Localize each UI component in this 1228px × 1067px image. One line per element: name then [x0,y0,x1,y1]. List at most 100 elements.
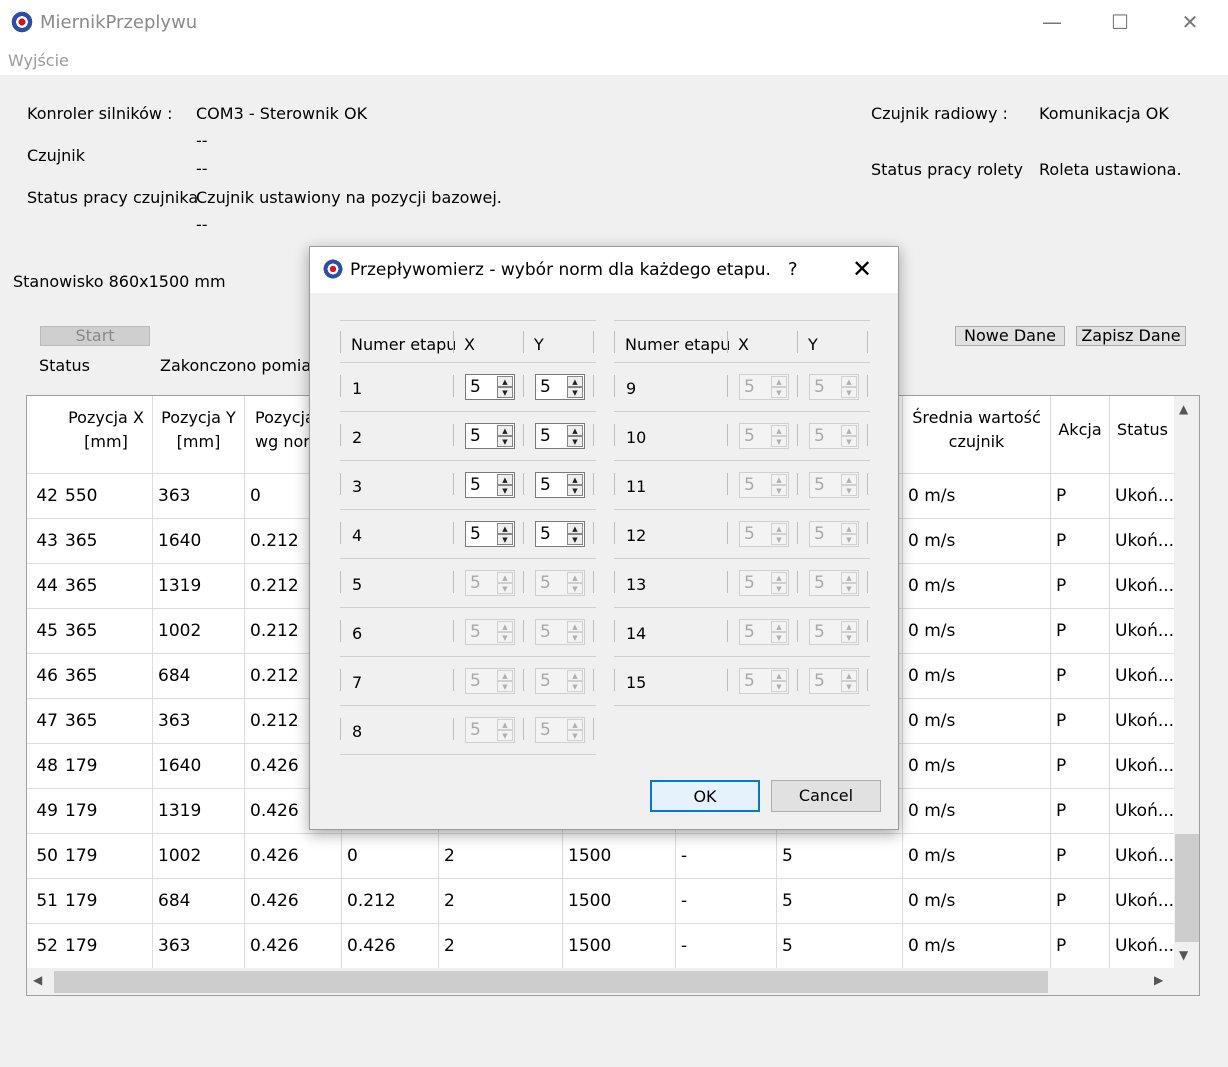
horizontal-scroll-thumb[interactable] [54,971,1048,993]
scroll-up-icon[interactable]: ▲ [1179,402,1188,416]
help-icon[interactable]: ? [788,259,798,280]
table-cell-akcja[interactable]: P [1051,609,1110,654]
table-cell-y[interactable]: 1640 [153,744,245,789]
cancel-button[interactable]: Cancel [771,780,881,812]
spin-down-icon[interactable]: ▼ [497,485,513,496]
table-cell-status[interactable]: Ukoń... [1110,924,1175,969]
table-cell-c7[interactable]: 1500 [563,924,676,969]
spin-down-icon[interactable]: ▼ [497,436,513,447]
new-data-button[interactable]: Nowe Dane [955,326,1065,346]
header-action[interactable]: Akcja [1051,396,1110,474]
spin-up-icon[interactable]: ▲ [567,425,583,436]
vertical-scrollbar[interactable]: ▲ ▼ [1174,396,1199,968]
table-cell-avg[interactable]: 0 m/s [903,519,1051,564]
header-pos-x[interactable]: Pozycja X [mm] [60,396,153,474]
table-cell-y[interactable]: 363 [153,474,245,519]
spin-down-icon[interactable]: ▼ [567,387,583,398]
spin-up-icon[interactable]: ▲ [567,523,583,534]
table-cell-y[interactable]: 684 [153,879,245,924]
close-button[interactable]: ✕ [1170,8,1210,36]
table-cell-y[interactable]: 1002 [153,834,245,879]
table-cell-avg[interactable]: 0 m/s [903,609,1051,654]
stage-y-spinbox[interactable]: 5 ▲ ▼ [535,423,585,449]
scroll-left-icon[interactable]: ◀ [33,973,42,987]
table-cell-p[interactable]: 0.426 [245,834,342,879]
spin-up-icon[interactable]: ▲ [497,425,513,436]
table-cell-x[interactable]: 365 [60,519,153,564]
table-cell-c9[interactable]: 5 [777,879,903,924]
spin-down-icon[interactable]: ▼ [497,534,513,545]
table-cell-avg[interactable]: 0 m/s [903,699,1051,744]
norm-selection-dialog[interactable]: Przepływomierz - wybór norm dla każdego … [309,246,899,830]
table-cell-y[interactable]: 1319 [153,789,245,834]
spin-up-icon[interactable]: ▲ [497,376,513,387]
spin-up-icon[interactable]: ▲ [497,523,513,534]
dialog-close-icon[interactable]: ✕ [852,255,872,283]
spin-down-icon[interactable]: ▼ [567,534,583,545]
table-cell-c6[interactable]: 2 [439,834,563,879]
table-cell-avg[interactable]: 0 m/s [903,744,1051,789]
maximize-button[interactable]: ☐ [1100,8,1140,36]
table-cell-x[interactable]: 365 [60,564,153,609]
spin-down-icon[interactable]: ▼ [497,387,513,398]
table-cell-c9[interactable]: 5 [777,924,903,969]
table-cell-y[interactable]: 1002 [153,609,245,654]
ok-button[interactable]: OK [650,780,760,812]
table-row[interactable]: 51 179 684 0.426 0.212 2 1500-5 0 m/s P Ukoń... [27,879,1175,924]
table-cell-x[interactable]: 179 [60,744,153,789]
stage-x-spinbox[interactable]: 5 ▲ ▼ [465,472,515,498]
minimize-button[interactable]: — [1032,8,1072,36]
table-cell-avg[interactable]: 0 m/s [903,474,1051,519]
table-cell-status[interactable]: Ukoń... [1110,834,1175,879]
table-cell-p[interactable]: 0.426 [245,879,342,924]
table-cell-x[interactable]: 179 [60,834,153,879]
table-cell-avg[interactable]: 0 m/s [903,834,1051,879]
table-cell-y[interactable]: 363 [153,924,245,969]
stage-x-spinbox[interactable]: 5 ▲ ▼ [465,521,515,547]
table-cell-y[interactable]: 363 [153,699,245,744]
table-cell-x[interactable]: 365 [60,609,153,654]
table-cell-status[interactable]: Ukoń... [1110,609,1175,654]
table-cell-x[interactable]: 179 [60,789,153,834]
table-cell-c6[interactable]: 2 [439,924,563,969]
table-cell-avg[interactable]: 0 m/s [903,789,1051,834]
table-cell-c7[interactable]: 1500 [563,834,676,879]
table-cell-c8[interactable]: - [676,834,777,879]
table-cell-c8[interactable]: - [676,879,777,924]
table-cell-x[interactable]: 550 [60,474,153,519]
table-cell-c7[interactable]: 1500 [563,879,676,924]
table-cell-akcja[interactable]: P [1051,699,1110,744]
table-cell-c9[interactable]: 5 [777,834,903,879]
table-cell-c5[interactable]: 0.426 [342,924,439,969]
header-pos-y[interactable]: Pozycja Y [mm] [153,396,245,474]
table-cell-avg[interactable]: 0 m/s [903,654,1051,699]
save-data-button[interactable]: Zapisz Dane [1076,326,1186,346]
table-cell-akcja[interactable]: P [1051,789,1110,834]
stage-x-spinbox[interactable]: 5 ▲ ▼ [465,374,515,400]
table-cell-x[interactable]: 179 [60,879,153,924]
table-cell-akcja[interactable]: P [1051,474,1110,519]
table-cell-status[interactable]: Ukoń... [1110,654,1175,699]
table-cell-c8[interactable]: - [676,924,777,969]
table-cell-y[interactable]: 684 [153,654,245,699]
stage-y-spinbox[interactable]: 5 ▲ ▼ [535,472,585,498]
table-cell-c6[interactable]: 2 [439,879,563,924]
scroll-down-icon[interactable]: ▼ [1179,948,1188,962]
table-row[interactable]: 52 179 363 0.426 0.426 2 1500-5 0 m/s P Ukoń... [27,924,1175,969]
table-cell-x[interactable]: 365 [60,699,153,744]
table-cell-akcja[interactable]: P [1051,519,1110,564]
table-cell-status[interactable]: Ukoń... [1110,474,1175,519]
table-cell-avg[interactable]: 0 m/s [903,879,1051,924]
table-cell-akcja[interactable]: P [1051,879,1110,924]
table-cell-c5[interactable]: 0 [342,834,439,879]
spin-up-icon[interactable]: ▲ [497,474,513,485]
spin-down-icon[interactable]: ▼ [567,485,583,496]
spin-down-icon[interactable]: ▼ [567,436,583,447]
start-button[interactable]: Start [40,326,150,346]
horizontal-scrollbar[interactable]: ◀ ▶ [27,968,1199,995]
table-cell-akcja[interactable]: P [1051,654,1110,699]
table-cell-x[interactable]: 365 [60,654,153,699]
table-cell-status[interactable]: Ukoń... [1110,744,1175,789]
table-cell-y[interactable]: 1640 [153,519,245,564]
table-cell-status[interactable]: Ukoń... [1110,564,1175,609]
